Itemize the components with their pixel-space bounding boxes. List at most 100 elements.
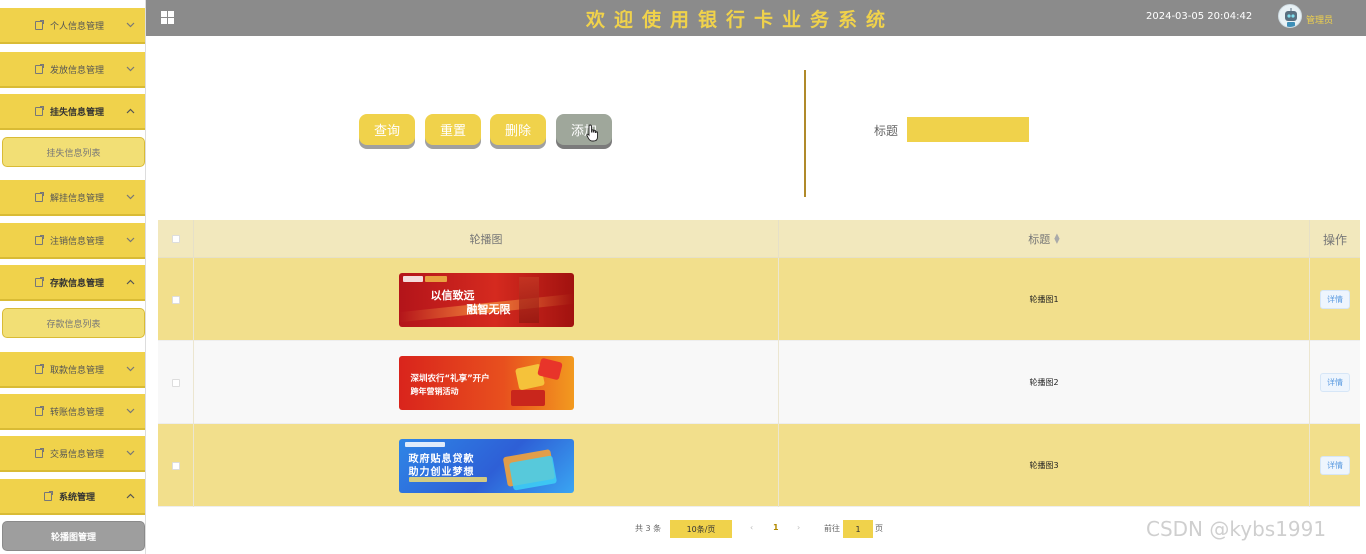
chevron-down-icon xyxy=(126,450,135,458)
sidebar: 个人信息管理 发放信息管理 挂失信息管理 挂失信息列表 解挂信息管理 注销信息管… xyxy=(0,0,146,554)
detail-button[interactable]: 详情 xyxy=(1320,373,1350,392)
sidebar-item-transaction-info[interactable]: 交易信息管理 xyxy=(0,436,145,472)
delete-button[interactable]: 删除 xyxy=(490,114,546,145)
sidebar-subitem-loss-report-list[interactable]: 挂失信息列表 xyxy=(2,137,145,167)
row-checkbox[interactable] xyxy=(171,461,180,470)
document-icon xyxy=(34,235,44,245)
goto-page-value: 1 xyxy=(855,524,861,534)
hand-cursor-icon xyxy=(586,124,600,142)
actions-cell: 详情 xyxy=(1310,424,1360,507)
sidebar-item-label: 注销信息管理 xyxy=(50,236,105,247)
detail-button[interactable]: 详情 xyxy=(1320,290,1350,309)
sidebar-item-label: 发放信息管理 xyxy=(50,65,105,76)
prev-page-icon[interactable]: ‹ xyxy=(750,523,753,532)
banner-cell: 以信致远 融智无限 xyxy=(194,258,779,341)
title-cell: 轮播图2 xyxy=(779,341,1310,424)
chevron-up-icon xyxy=(126,108,135,116)
page-size-value: 10条/页 xyxy=(686,524,716,534)
goto-label: 前往 xyxy=(824,524,840,533)
carousel-image: 深圳农行“礼享”开户 跨年营销活动 xyxy=(398,355,574,410)
top-header: 欢迎使用银行卡业务系统 2024-03-05 20:04:42 管理员 xyxy=(146,0,1366,36)
page-size-select[interactable]: 10条/页 xyxy=(670,520,732,538)
sidebar-subitem-label: 存款信息列表 xyxy=(46,319,101,330)
watermark: CSDN @kybs1991 xyxy=(1146,517,1327,541)
row-checkbox[interactable] xyxy=(171,295,180,304)
document-icon xyxy=(34,20,44,30)
actions-cell: 详情 xyxy=(1310,258,1360,341)
banner-text-line2: 融智无限 xyxy=(466,302,511,316)
sidebar-item-label: 存款信息管理 xyxy=(50,278,105,289)
sidebar-item-issue-info[interactable]: 发放信息管理 xyxy=(0,52,145,88)
chevron-down-icon xyxy=(126,194,135,202)
banner-text-line2: 助力创业梦想 xyxy=(408,466,475,478)
sidebar-item-label: 取款信息管理 xyxy=(50,365,105,376)
next-page-icon[interactable]: › xyxy=(797,523,800,532)
sidebar-item-unfreeze-info[interactable]: 解挂信息管理 xyxy=(0,180,145,216)
chevron-up-icon xyxy=(126,493,135,501)
sidebar-item-cancel-info[interactable]: 注销信息管理 xyxy=(0,223,145,259)
page-number-current[interactable]: 1 xyxy=(773,523,779,532)
detail-button[interactable]: 详情 xyxy=(1320,456,1350,475)
table-row: 政府贴息贷款 助力创业梦想 轮播图3 详情 xyxy=(158,424,1360,507)
column-header-title[interactable]: 标题 ▲ ▼ xyxy=(779,220,1310,258)
sidebar-subitem-deposit-list[interactable]: 存款信息列表 xyxy=(2,308,145,338)
carousel-image: 政府贴息贷款 助力创业梦想 xyxy=(398,438,574,493)
table-row: 深圳农行“礼享”开户 跨年营销活动 轮播图2 详情 xyxy=(158,341,1360,424)
title-cell: 轮播图3 xyxy=(779,424,1310,507)
app-title: 欢迎使用银行卡业务系统 xyxy=(586,9,895,31)
row-select-cell xyxy=(158,258,194,341)
banner-cell: 深圳农行“礼享”开户 跨年营销活动 xyxy=(194,341,779,424)
select-all-checkbox[interactable] xyxy=(171,235,180,243)
table-row: 以信致远 融智无限 轮播图1 详情 xyxy=(158,258,1360,341)
sidebar-item-personal-info[interactable]: 个人信息管理 xyxy=(0,8,145,44)
reset-button[interactable]: 重置 xyxy=(425,114,481,145)
row-checkbox[interactable] xyxy=(171,378,180,387)
title-search-input[interactable] xyxy=(907,117,1029,142)
sidebar-item-loss-report[interactable]: 挂失信息管理 xyxy=(0,94,145,130)
select-all-cell xyxy=(158,220,194,258)
carousel-image: 以信致远 融智无限 xyxy=(398,272,574,327)
chevron-up-icon xyxy=(126,279,135,287)
goto-page-input[interactable]: 1 xyxy=(843,520,873,538)
document-icon xyxy=(34,448,44,458)
column-header-image: 轮播图 xyxy=(194,220,779,258)
document-icon xyxy=(34,192,44,202)
user-name[interactable]: 管理员 xyxy=(1306,13,1333,26)
column-header-actions: 操作 xyxy=(1322,232,1347,247)
banner-text-line2: 跨年营销活动 xyxy=(410,386,459,396)
column-header-title-label: 标题 xyxy=(1028,233,1051,246)
row-select-cell xyxy=(158,424,194,507)
document-icon xyxy=(34,364,44,374)
sidebar-item-label: 解挂信息管理 xyxy=(50,193,105,204)
chevron-down-icon xyxy=(126,66,135,74)
avatar[interactable] xyxy=(1278,4,1302,28)
document-icon xyxy=(34,106,44,116)
table-header: 轮播图 标题 ▲ ▼ 操作 xyxy=(158,220,1360,258)
add-button[interactable]: 添加 xyxy=(556,114,612,145)
sidebar-item-transfer-info[interactable]: 转账信息管理 xyxy=(0,394,145,430)
chevron-down-icon xyxy=(126,366,135,374)
sidebar-item-label: 挂失信息管理 xyxy=(50,107,105,118)
sidebar-subitem-label: 挂失信息列表 xyxy=(46,148,101,159)
datetime: 2024-03-05 20:04:42 xyxy=(1146,11,1253,22)
sort-icon[interactable]: ▲ ▼ xyxy=(1054,233,1059,245)
banner-cell: 政府贴息贷款 助力创业梦想 xyxy=(194,424,779,507)
page-suffix: 页 xyxy=(875,524,883,533)
sidebar-item-withdraw-info[interactable]: 取款信息管理 xyxy=(0,352,145,388)
row-select-cell xyxy=(158,341,194,424)
sidebar-item-deposit-info[interactable]: 存款信息管理 xyxy=(0,265,145,301)
sidebar-item-system-management[interactable]: 系统管理 xyxy=(0,479,145,515)
sidebar-subitem-carousel-management[interactable]: 轮播图管理 xyxy=(2,521,145,551)
sidebar-item-label: 交易信息管理 xyxy=(50,449,105,460)
query-button[interactable]: 查询 xyxy=(359,114,415,145)
sidebar-item-label: 系统管理 xyxy=(59,492,96,503)
chevron-down-icon xyxy=(126,408,135,416)
sidebar-item-label: 转账信息管理 xyxy=(50,407,105,418)
image-icon xyxy=(43,491,53,501)
menu-grid-icon[interactable] xyxy=(161,11,174,24)
vertical-divider xyxy=(804,70,806,197)
chevron-down-icon xyxy=(126,22,135,30)
search-label: 标题 xyxy=(874,124,899,138)
main-content: 查询 重置 删除 添加 标题 轮播图 标题 ▲ ▼ 操作 以信致远 融智无限 轮… xyxy=(146,36,1366,554)
chevron-down-icon xyxy=(126,237,135,245)
